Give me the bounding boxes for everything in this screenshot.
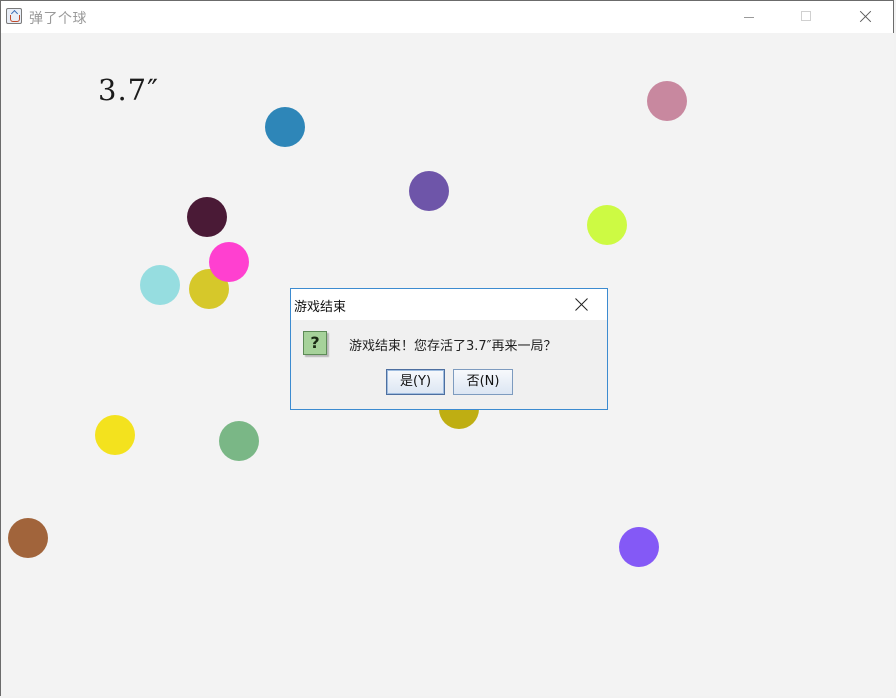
- ball: [409, 171, 449, 211]
- ball: [647, 81, 687, 121]
- ball: [219, 421, 259, 461]
- ball: [619, 527, 659, 567]
- ball: [140, 265, 180, 305]
- dialog-title: 游戏结束: [294, 300, 347, 315]
- close-button[interactable]: [836, 1, 894, 33]
- dialog-message: 游戏结束！您存活了3.7″再来一局？: [349, 339, 557, 354]
- maximize-button[interactable]: [778, 1, 836, 33]
- title-bar[interactable]: 弹了个球: [1, 1, 893, 33]
- game-window: 弹了个球 3.7″ 游戏结束 ? 游戏结束！您存活了3.7″再来一局？ 是(Y)…: [0, 0, 894, 696]
- ball: [8, 518, 48, 558]
- ball: [95, 415, 135, 455]
- ball: [265, 107, 305, 147]
- no-button[interactable]: 否(N): [453, 369, 513, 395]
- dialog-title-bar[interactable]: 游戏结束: [291, 289, 607, 320]
- question-icon: ?: [303, 331, 327, 355]
- yes-button[interactable]: 是(Y): [386, 369, 445, 395]
- ball: [587, 205, 627, 245]
- ball: [187, 197, 227, 237]
- window-title: 弹了个球: [29, 11, 87, 27]
- java-cup-icon: [6, 8, 22, 24]
- dialog-close-icon[interactable]: [573, 297, 589, 313]
- game-over-dialog: 游戏结束 ? 游戏结束！您存活了3.7″再来一局？ 是(Y) 否(N): [290, 288, 608, 410]
- ball: [209, 242, 249, 282]
- minimize-button[interactable]: [720, 1, 778, 33]
- survival-timer: 3.7″: [98, 73, 159, 107]
